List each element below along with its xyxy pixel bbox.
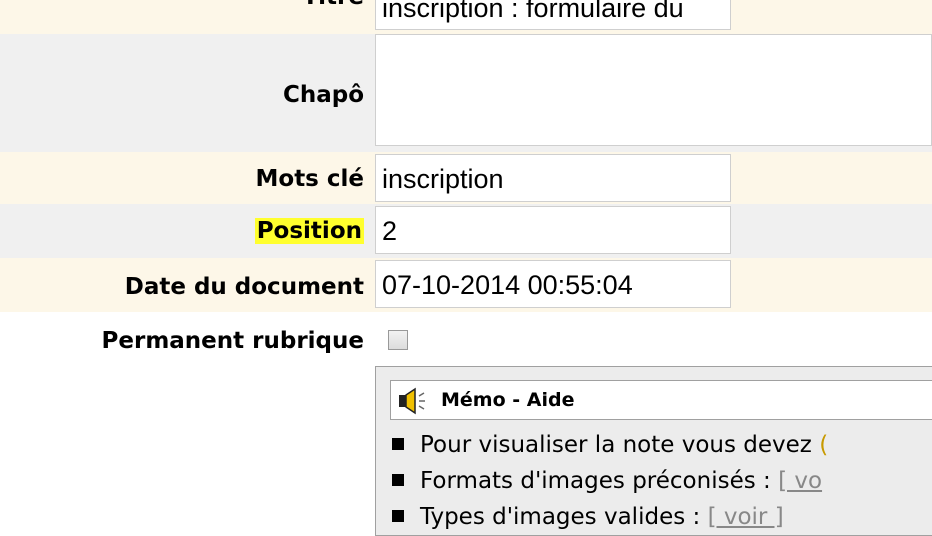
row-position: Position 2 — [0, 204, 932, 258]
row-date: Date du document 07-10-2014 00:55:04 — [0, 258, 932, 312]
memo-item-text: Pour visualiser la note vous devez — [420, 432, 820, 458]
voir-link[interactable]: [ voir ] — [708, 504, 784, 530]
memo-header: Mémo - Aide — [390, 380, 932, 420]
bullet-icon — [392, 509, 404, 522]
memo-item-text: Formats d'images préconisés : — [420, 468, 779, 494]
chapo-label: Chapô — [282, 82, 364, 108]
memo-item: Formats d'images préconisés : [ vo — [392, 468, 822, 494]
row-titre: Titre inscription : formulaire du — [0, 0, 932, 34]
memo-title: Mémo - Aide — [441, 389, 575, 411]
mots-cle-label: Mots clé — [255, 166, 365, 192]
memo-item: Pour visualiser la note vous devez ( — [392, 432, 828, 458]
row-permanent: Permanent rubrique — [0, 312, 932, 368]
row-chapo: Chapô — [0, 34, 932, 152]
position-label: Position — [254, 218, 364, 244]
memo-item-text: Types d'images valides : — [420, 504, 708, 530]
position-label-text: Position — [254, 218, 364, 244]
titre-input[interactable]: inscription : formulaire du — [375, 0, 731, 30]
mots-cle-input[interactable]: inscription — [375, 154, 731, 202]
titre-label: Titre — [302, 0, 364, 10]
row-mots-cle: Mots clé inscription — [0, 152, 932, 204]
memo-item: Types d'images valides : [ voir ] — [392, 504, 784, 530]
date-label: Date du document — [124, 274, 364, 300]
chapo-textarea[interactable] — [375, 34, 932, 146]
voir-link[interactable]: [ vo — [778, 468, 822, 494]
permanent-checkbox[interactable] — [388, 330, 408, 350]
bullet-icon — [392, 437, 404, 450]
date-input[interactable]: 07-10-2014 00:55:04 — [375, 260, 731, 308]
permanent-label: Permanent rubrique — [101, 328, 364, 354]
speaker-icon — [399, 387, 425, 415]
position-input[interactable]: 2 — [375, 206, 731, 254]
bullet-icon — [392, 473, 404, 486]
